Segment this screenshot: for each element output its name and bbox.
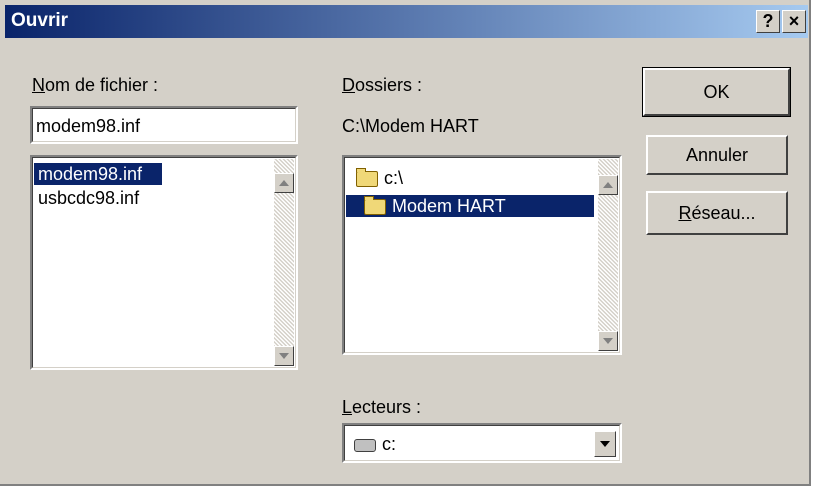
open-dialog: Ouvrir ? × Nom de fichier : modem98.inf … — [0, 0, 811, 486]
arrow-down-icon — [279, 353, 289, 359]
list-item[interactable]: modem98.inf — [34, 163, 162, 185]
open-folder-icon — [364, 196, 386, 216]
close-button[interactable]: × — [782, 10, 806, 33]
drive-value: c: — [354, 434, 396, 455]
arrow-up-icon — [279, 180, 289, 186]
file-list-scrollbar[interactable] — [274, 159, 294, 366]
folder-item-root[interactable]: c:\ — [352, 167, 592, 189]
folder-list-scrollbar[interactable] — [598, 159, 618, 351]
ok-button[interactable]: OK — [642, 67, 791, 117]
file-list[interactable]: modem98.inf usbcdc98.inf — [30, 155, 298, 370]
file-name-value: modem98.inf — [36, 116, 141, 136]
open-folder-icon — [356, 168, 378, 188]
scroll-up-button[interactable] — [598, 175, 618, 195]
drives-label: Lecteurs : — [342, 397, 422, 417]
file-name-label: Nom de fichier : — [32, 75, 159, 95]
file-name-input[interactable]: modem98.inf — [30, 106, 298, 144]
scroll-up-button[interactable] — [274, 173, 294, 193]
arrow-down-icon — [603, 338, 613, 344]
network-button[interactable]: Réseau... — [646, 191, 788, 235]
drive-icon — [354, 438, 376, 452]
folder-item-modem-hart[interactable]: Modem HART — [346, 195, 594, 217]
folders-label: Dossiers : — [342, 75, 423, 95]
folder-list[interactable]: c:\ Modem HART — [342, 155, 622, 355]
current-path: C:\Modem HART — [342, 116, 479, 136]
drive-select[interactable]: c: — [342, 423, 622, 463]
scroll-down-button[interactable] — [274, 346, 294, 366]
list-item[interactable]: usbcdc98.inf — [34, 187, 162, 209]
title-bar[interactable]: Ouvrir ? × — [5, 5, 808, 38]
arrow-up-icon — [603, 182, 613, 188]
dropdown-button[interactable] — [594, 431, 616, 457]
help-button[interactable]: ? — [756, 10, 780, 33]
cancel-button[interactable]: Annuler — [646, 135, 788, 175]
scroll-down-button[interactable] — [598, 331, 618, 351]
chevron-down-icon — [600, 441, 610, 447]
window-title: Ouvrir — [11, 10, 69, 31]
